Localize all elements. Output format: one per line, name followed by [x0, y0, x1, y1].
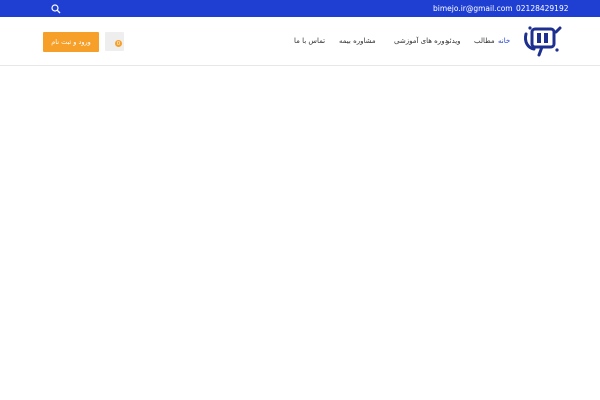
nav-item-articles[interactable]: مطالب: [474, 36, 495, 46]
nav-item-video[interactable]: ویدئو: [446, 36, 461, 46]
login-register-button[interactable]: ورود و ثبت نام: [43, 32, 99, 52]
nav-item-home[interactable]: خانه: [498, 36, 510, 46]
site-logo[interactable]: [522, 22, 562, 58]
login-register-label: ورود و ثبت نام: [51, 38, 91, 46]
page-body: [0, 66, 600, 400]
top-bar: bimejo.ir@gmail.com 02128429192: [0, 0, 600, 17]
cart-button[interactable]: 0: [105, 32, 124, 51]
cart-count-badge: 0: [115, 40, 122, 47]
main-header: ورود و ثبت نام 0 تماس با ما مشاوره بیمه …: [0, 17, 600, 66]
nav-item-contact[interactable]: تماس با ما: [294, 36, 325, 46]
search-icon[interactable]: [50, 3, 61, 14]
nav-item-consulting[interactable]: مشاوره بیمه: [339, 36, 376, 46]
nav-item-courses[interactable]: دوره های آموزشی: [394, 36, 448, 46]
contact-email[interactable]: bimejo.ir@gmail.com: [433, 3, 513, 14]
contact-phone[interactable]: 02128429192: [516, 3, 569, 14]
